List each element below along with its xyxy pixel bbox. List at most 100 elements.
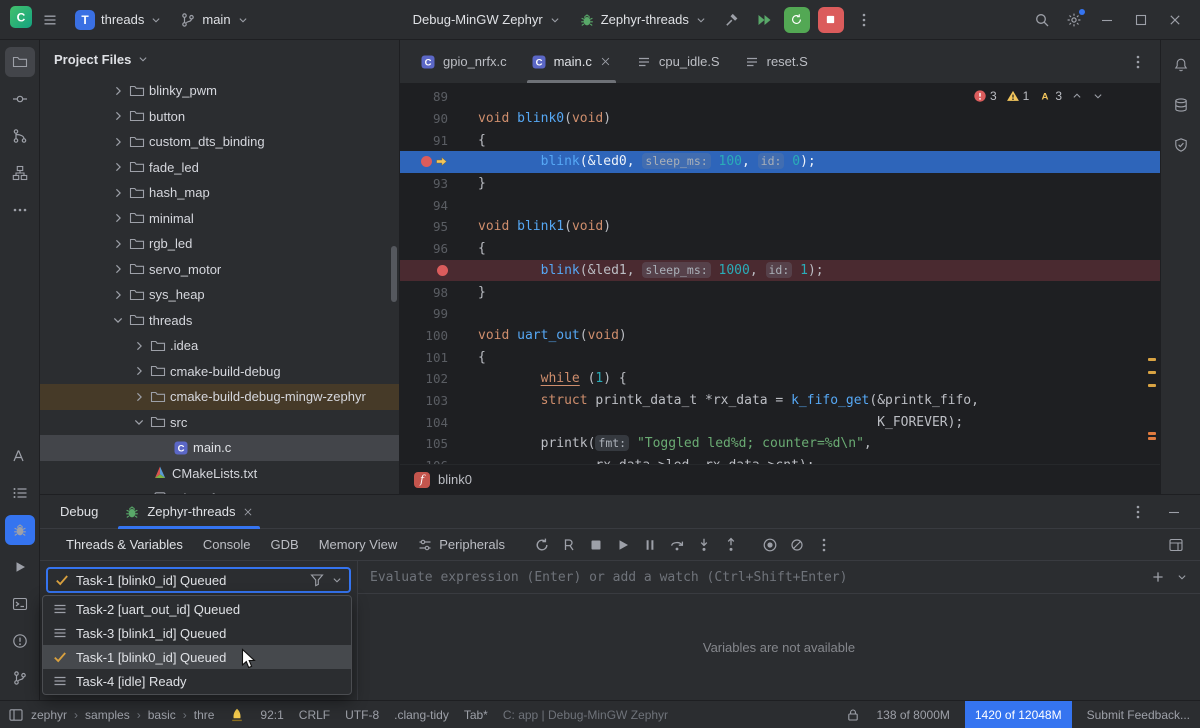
- branch-widget[interactable]: main: [173, 8, 255, 32]
- close-session-icon[interactable]: [242, 506, 254, 518]
- code-line-102[interactable]: 102 while (1) {: [400, 368, 1160, 390]
- run-config-selector[interactable]: Debug-MinGW Zephyr: [406, 8, 568, 31]
- tab-options-button[interactable]: [1124, 48, 1152, 76]
- project-panel-header[interactable]: Project Files: [40, 40, 399, 78]
- debug-toolwindow-button[interactable]: [5, 515, 35, 545]
- todo-toolwindow-button[interactable]: [5, 478, 35, 508]
- more-tools-toolwindow-button[interactable]: [5, 195, 35, 225]
- thread-item-task-3-blink1-id-queued[interactable]: Task-3 [blink1_id] Queued: [43, 621, 351, 645]
- add-watch-icon[interactable]: [1150, 569, 1166, 585]
- project-toolwindow-button[interactable]: [5, 47, 35, 77]
- view-tab-gdb[interactable]: GDB: [261, 529, 309, 560]
- code-line-92[interactable]: blink(&led0, sleep_ms: 100, id: 0);: [400, 151, 1160, 173]
- tree-item-cmake-build-debug-mingw-zephyr[interactable]: cmake-build-debug-mingw-zephyr: [40, 384, 399, 410]
- stripe-mark[interactable]: [1148, 358, 1156, 361]
- structure-toolwindow-button[interactable]: [5, 158, 35, 188]
- chevron-right-icon[interactable]: [111, 160, 125, 174]
- settings-button[interactable]: [1060, 6, 1088, 34]
- commit-toolwindow-button[interactable]: [5, 84, 35, 114]
- code-line-104[interactable]: 104 K_FOREVER);: [400, 411, 1160, 433]
- chevron-right-icon[interactable]: [111, 186, 125, 200]
- code-line-95[interactable]: 95void blink1(void): [400, 216, 1160, 238]
- rerun-button[interactable]: [529, 533, 555, 557]
- gutter[interactable]: 105: [400, 436, 478, 451]
- view-tab-threads-variables[interactable]: Threads & Variables: [56, 529, 193, 560]
- view-tab-peripherals[interactable]: Peripherals: [407, 529, 515, 560]
- gutter[interactable]: 104: [400, 415, 478, 430]
- maximize-window-button[interactable]: [1126, 6, 1156, 34]
- tree-item-hash-map[interactable]: hash_map: [40, 180, 399, 206]
- tree-item-button[interactable]: button: [40, 104, 399, 130]
- tree-item-fade-led[interactable]: fade_led: [40, 155, 399, 181]
- more-actions-button[interactable]: [850, 6, 878, 34]
- pause-button[interactable]: [637, 533, 663, 557]
- breakpoint-icon[interactable]: [437, 265, 448, 276]
- tree-item-main-c[interactable]: Cmain.c: [40, 435, 399, 461]
- code-line-93[interactable]: 93}: [400, 173, 1160, 195]
- view-tab-memory-view[interactable]: Memory View: [309, 529, 408, 560]
- editor-tab-main-c[interactable]: Cmain.c: [519, 40, 624, 83]
- rerun-button[interactable]: [784, 7, 810, 33]
- tree-item-threads[interactable]: threads: [40, 308, 399, 334]
- tree-item-rgb-led[interactable]: rgb_led: [40, 231, 399, 257]
- chevron-down-icon[interactable]: [132, 415, 146, 429]
- tree-item-src[interactable]: src: [40, 410, 399, 436]
- thread-selector[interactable]: Task-1 [blink0_id] Queued: [46, 567, 351, 593]
- stop-button[interactable]: [818, 7, 844, 33]
- debug-panel-title[interactable]: Debug: [60, 504, 98, 519]
- code-line-105[interactable]: 105 printk(fmt: "Toggled led%d; counter=…: [400, 433, 1160, 455]
- status-caret-position[interactable]: 92:1: [260, 708, 283, 722]
- warning-count[interactable]: 1: [1006, 89, 1030, 103]
- filter-icon[interactable]: [309, 572, 325, 588]
- code-line-99[interactable]: 99: [400, 303, 1160, 325]
- code-line-94[interactable]: 94: [400, 194, 1160, 216]
- breadcrumb-function[interactable]: blink0: [438, 472, 472, 487]
- chevron-right-icon[interactable]: [111, 288, 125, 302]
- code-line-97[interactable]: blink(&led1, sleep_ms: 1000, id: 1);: [400, 260, 1160, 282]
- status-path-thre[interactable]: thre: [194, 708, 215, 722]
- submit-feedback-link[interactable]: Submit Feedback...: [1087, 708, 1190, 722]
- heap-indicator[interactable]: 138 of 8000M: [876, 708, 949, 722]
- tree-item-prj-conf[interactable]: prj.conf: [40, 486, 399, 494]
- gutter[interactable]: 102: [400, 371, 478, 386]
- resume-button[interactable]: [750, 6, 778, 34]
- next-problem-icon[interactable]: [1092, 90, 1104, 102]
- tree-item-cmake-build-debug[interactable]: cmake-build-debug: [40, 359, 399, 385]
- tree-item-idea[interactable]: .idea: [40, 333, 399, 359]
- tree-item-cmakelists-txt[interactable]: CMakeLists.txt: [40, 461, 399, 487]
- gutter[interactable]: 99: [400, 306, 478, 321]
- gutter[interactable]: [400, 265, 478, 276]
- close-window-button[interactable]: [1160, 6, 1190, 34]
- version-control-toolwindow-button[interactable]: [5, 663, 35, 693]
- status-line-ending[interactable]: CRLF: [299, 708, 330, 722]
- tree-item-blinky-pwm[interactable]: blinky_pwm: [40, 78, 399, 104]
- code-line-90[interactable]: 90void blink0(void): [400, 108, 1160, 130]
- thread-item-task-1-blink0-id-queued[interactable]: Task-1 [blink0_id] Queued: [43, 645, 351, 669]
- status-path-samples[interactable]: samples: [85, 708, 130, 722]
- chevron-right-icon[interactable]: [111, 237, 125, 251]
- run-toolwindow-button[interactable]: [5, 552, 35, 582]
- step-over-button[interactable]: [664, 533, 690, 557]
- gutter[interactable]: 100: [400, 328, 478, 343]
- gutter[interactable]: 95: [400, 219, 478, 234]
- gutter[interactable]: 101: [400, 350, 478, 365]
- gutter[interactable]: 94: [400, 198, 478, 213]
- code-line-101[interactable]: 101{: [400, 346, 1160, 368]
- tree-item-servo-motor[interactable]: servo_motor: [40, 257, 399, 283]
- chevron-right-icon[interactable]: [132, 339, 146, 353]
- gutter[interactable]: 91: [400, 133, 478, 148]
- step-out-button[interactable]: [718, 533, 744, 557]
- terminal-toolwindow-button[interactable]: [5, 589, 35, 619]
- gutter[interactable]: 90: [400, 111, 478, 126]
- project-scrollbar[interactable]: [391, 246, 397, 302]
- qodana-toolwindow-button[interactable]: [1166, 130, 1196, 160]
- more-button[interactable]: [811, 533, 837, 557]
- view-tab-console[interactable]: Console: [193, 529, 261, 560]
- editor-tab-cpu-idle-s[interactable]: cpu_idle.S: [624, 40, 732, 83]
- stripe-mark[interactable]: [1148, 384, 1156, 387]
- database-toolwindow-button[interactable]: [1166, 90, 1196, 120]
- status-path-basic[interactable]: basic: [148, 708, 176, 722]
- chevron-right-icon[interactable]: [111, 262, 125, 276]
- typo-count[interactable]: A3: [1038, 89, 1062, 103]
- chevron-right-icon[interactable]: [111, 135, 125, 149]
